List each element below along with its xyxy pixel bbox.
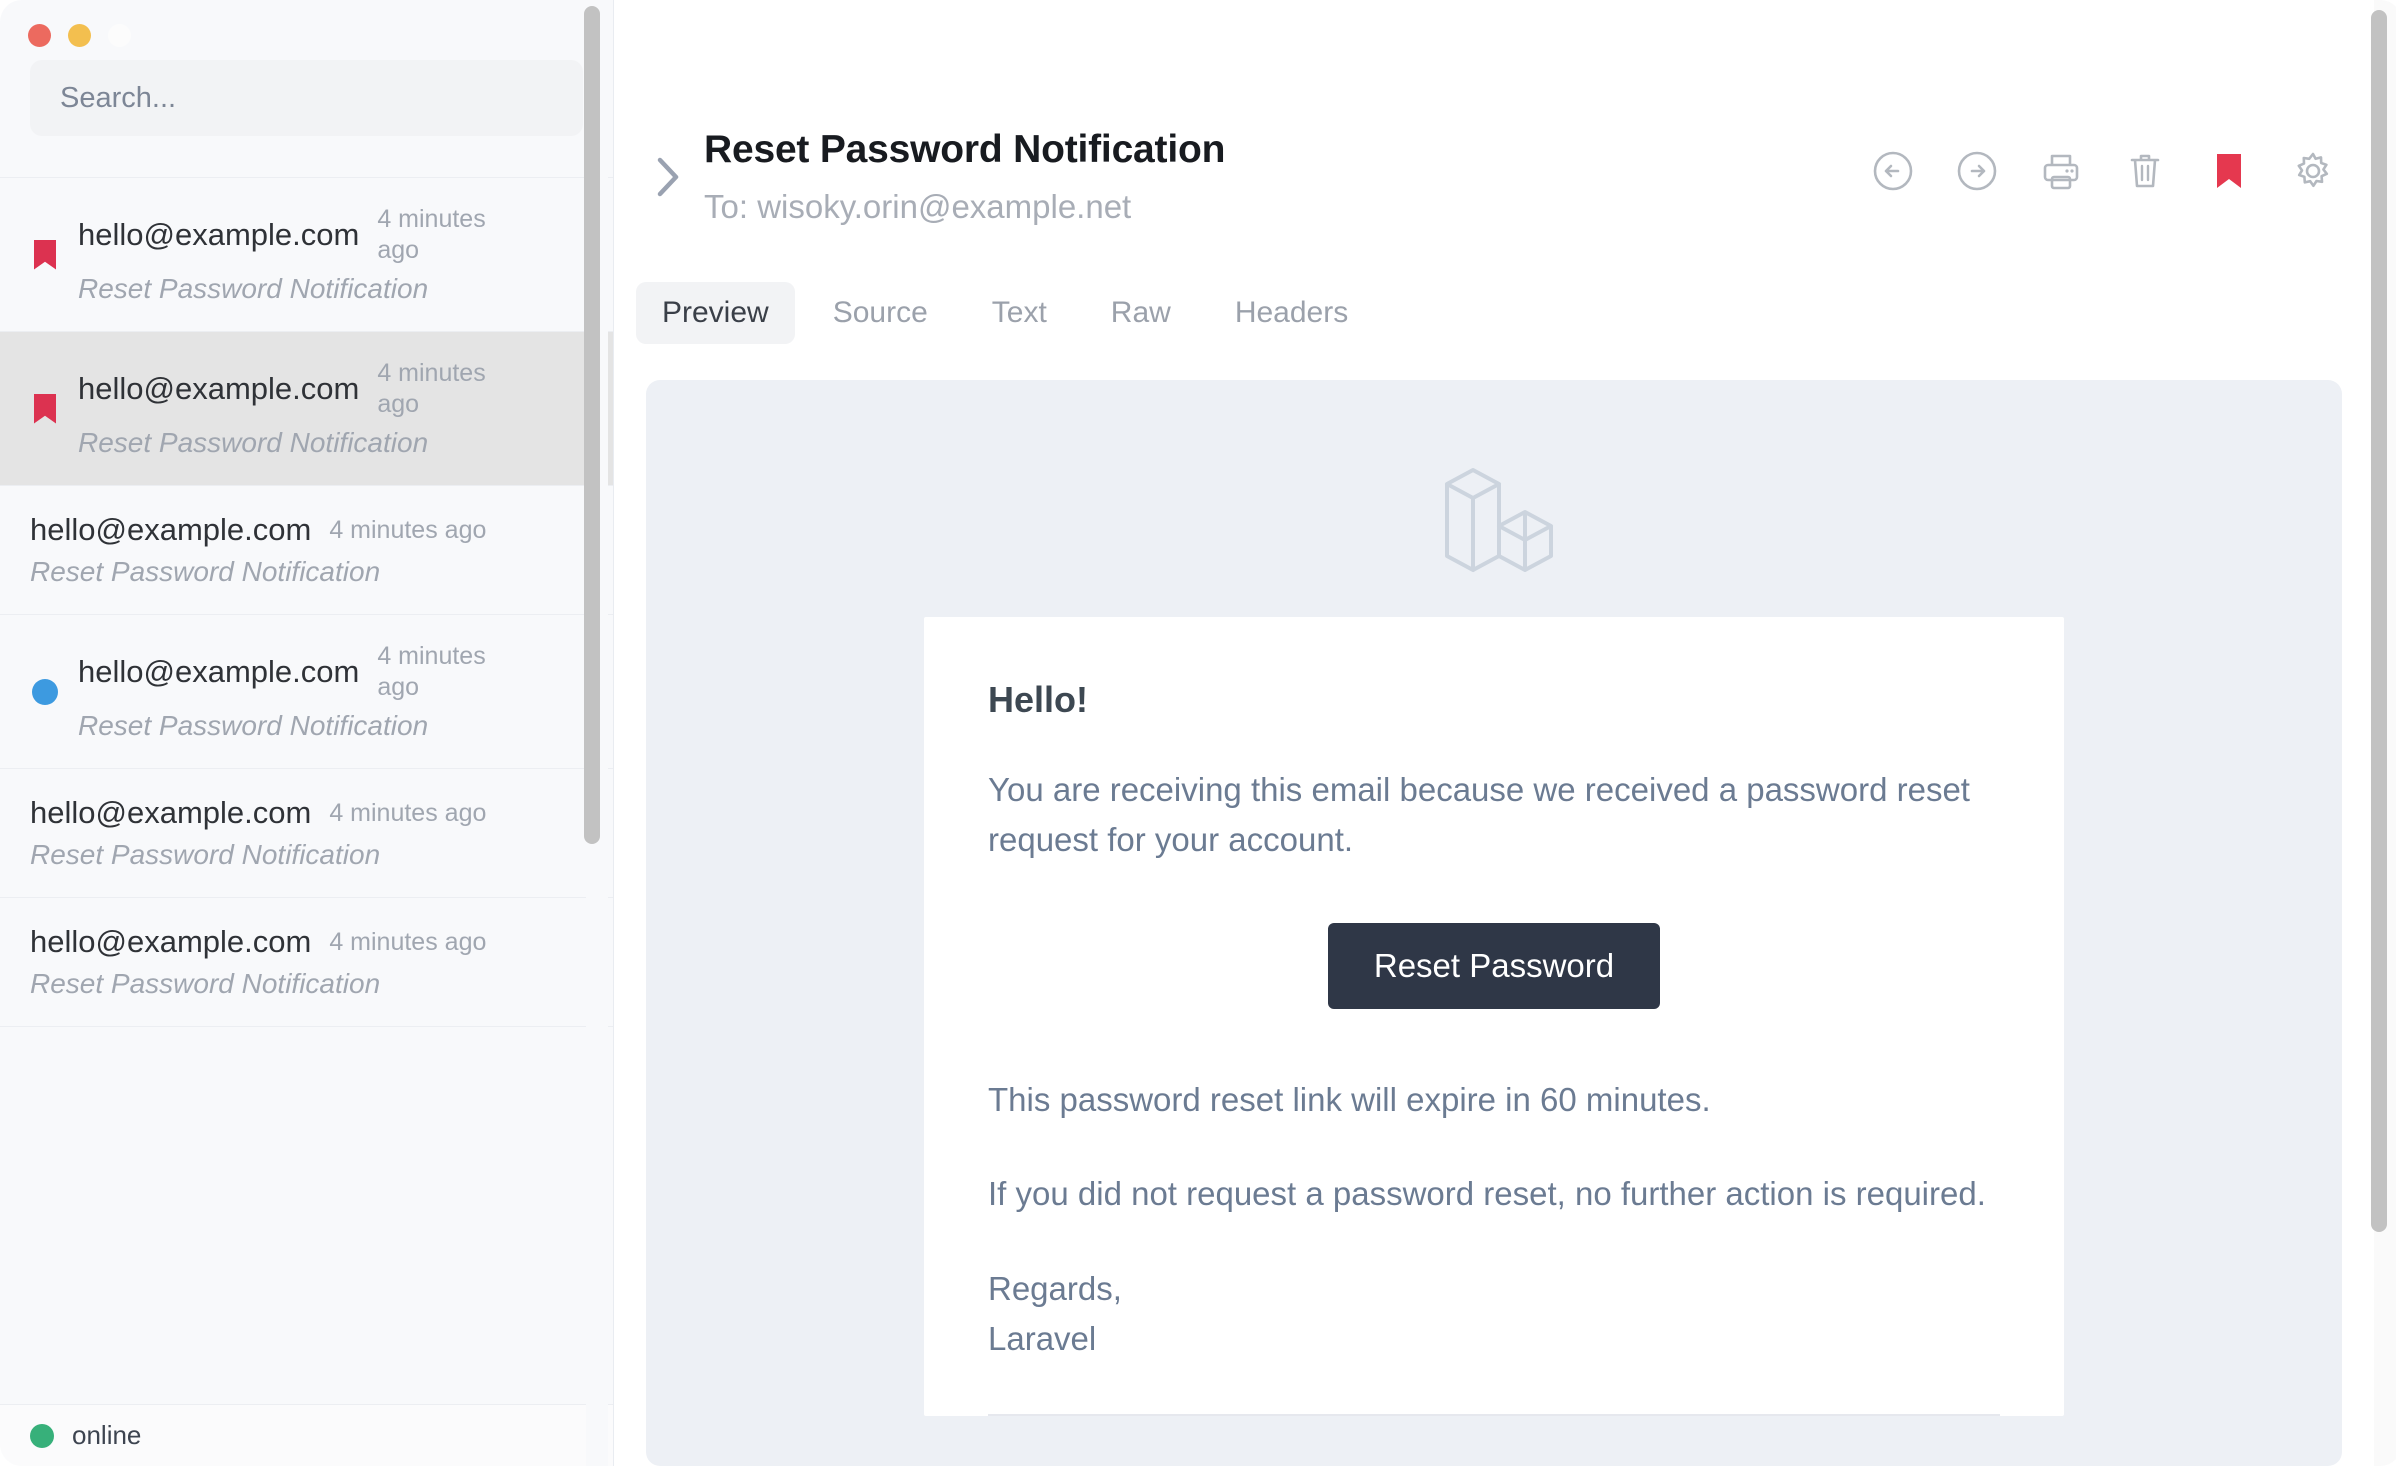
list-item-header: hello@example.com 4 minutes ago [78, 204, 583, 265]
message-unread-badge [30, 674, 60, 710]
list-item-header: hello@example.com 4 minutes ago [78, 641, 583, 702]
minimize-window-button[interactable] [68, 23, 91, 47]
list-item[interactable]: hello@example.com 4 minutes ago Reset Pass… [0, 332, 613, 486]
mail-sidebar: hello@example.com 4 minutes ago Reset Pass… [0, 0, 614, 1466]
email-body-card: Hello! You are receiving this email beca… [924, 617, 2064, 1416]
list-item-header: hello@example.com 4 minutes ago [30, 924, 583, 960]
list-item[interactable]: hello@example.com 4 minutes ago Reset Pass… [0, 486, 613, 615]
unread-dot-icon [32, 678, 58, 705]
next-button[interactable] [1950, 144, 2004, 198]
message-list[interactable]: hello@example.com 4 minutes ago Reset Pass… [0, 177, 613, 1404]
settings-button[interactable] [2286, 144, 2340, 198]
list-item-header: hello@example.com 4 minutes ago [78, 358, 583, 419]
list-item[interactable]: hello@example.com 4 minutes ago Reset Pass… [0, 769, 613, 898]
bookmark-icon [34, 239, 56, 270]
message-toolbar [1866, 144, 2340, 198]
list-item-header: hello@example.com 4 minutes ago [30, 512, 583, 548]
main-scrollbar-track[interactable] [2371, 0, 2396, 1466]
print-button[interactable] [2034, 144, 2088, 198]
tab-headers[interactable]: Headers [1209, 282, 1374, 344]
message-subject: Reset Password Notification [78, 273, 429, 304]
message-sender: hello@example.com [78, 216, 360, 252]
message-sender: hello@example.com [78, 653, 360, 689]
previous-button[interactable] [1866, 144, 1920, 198]
bookmark-icon [34, 393, 56, 424]
main-scrollbar-thumb[interactable] [2371, 10, 2387, 1232]
sidebar-scrollbar-thumb[interactable] [584, 6, 600, 844]
message-header-text: Reset Password Notification To: wisoky.o… [704, 128, 1866, 226]
message-subject: Reset Password Notification [78, 710, 429, 741]
email-no-action-text: If you did not request a password reset,… [988, 1175, 1986, 1213]
printer-icon [2038, 148, 2084, 194]
message-subject: Reset Password Notification [30, 556, 381, 587]
app-window: hello@example.com 4 minutes ago Reset Pass… [0, 0, 2402, 1466]
email-greeting: Hello! [988, 679, 1089, 720]
email-cta-row: Reset Password [988, 923, 2000, 1010]
email-intro-text: You are receiving this email because we … [988, 771, 1970, 859]
message-timestamp: 4 minutes ago [377, 359, 486, 418]
zoom-window-button[interactable] [108, 23, 131, 47]
message-subject: Reset Password Notification [78, 427, 429, 458]
bookmark-filled-icon [2211, 149, 2247, 193]
message-timestamp: 4 minutes ago [329, 798, 487, 827]
status-label: online [72, 1420, 142, 1450]
message-timestamp: 4 minutes ago [329, 927, 487, 956]
laravel-logo-icon [1429, 448, 1559, 591]
message-subject: Reset Password Notification [30, 968, 381, 999]
window-traffic-lights [0, 0, 613, 52]
message-sender: hello@example.com [30, 795, 312, 830]
trash-icon [2123, 148, 2167, 194]
list-item[interactable]: hello@example.com 4 minutes ago Reset Pass… [0, 898, 613, 1027]
delete-button[interactable] [2118, 144, 2172, 198]
brand-logo [646, 426, 2342, 617]
message-subject: Reset Password Notification [30, 839, 381, 870]
arrow-right-circle-icon [1955, 149, 1999, 193]
arrow-left-circle-icon [1871, 149, 1915, 193]
list-item[interactable]: hello@example.com 4 minutes ago Reset Pass… [0, 178, 613, 332]
list-item[interactable]: hello@example.com 4 minutes ago Reset Pass… [0, 615, 613, 769]
message-timestamp: 4 minutes ago [377, 205, 486, 264]
page-title: Reset Password Notification [704, 128, 1226, 171]
email-expiry-text: This password reset link will expire in … [988, 1081, 1711, 1119]
email-signature: Laravel [988, 1319, 1097, 1357]
message-header: Reset Password Notification To: wisoky.o… [614, 0, 2402, 268]
close-window-button[interactable] [28, 23, 51, 47]
expand-details-button[interactable] [644, 152, 694, 202]
message-timestamp: 4 minutes ago [377, 642, 486, 701]
chevron-right-icon [656, 156, 682, 198]
list-item-header: hello@example.com 4 minutes ago [30, 795, 583, 831]
message-detail-pane: Reset Password Notification To: wisoky.o… [614, 0, 2402, 1466]
recipient-line: To: wisoky.orin@example.net [704, 188, 1132, 225]
bookmark-button[interactable] [2202, 144, 2256, 198]
gear-icon [2290, 148, 2336, 194]
status-bar: online [0, 1404, 613, 1466]
email-footer-divider [988, 1413, 2000, 1416]
view-tabs[interactable]: Preview Source Text Raw Headers [614, 268, 2402, 358]
reset-password-button[interactable]: Reset Password [1327, 923, 1661, 1010]
email-regards: Regards, [988, 1269, 1122, 1307]
message-bookmark-badge [30, 237, 60, 273]
email-preview-pane: Hello! You are receiving this email beca… [646, 380, 2342, 1466]
sidebar-scrollbar-track[interactable] [584, 0, 608, 1466]
search-input[interactable] [30, 60, 583, 136]
message-sender: hello@example.com [30, 512, 312, 547]
tab-raw[interactable]: Raw [1085, 282, 1197, 344]
message-bookmark-badge [30, 391, 60, 427]
message-sender: hello@example.com [78, 370, 360, 406]
tab-text[interactable]: Text [966, 282, 1073, 344]
tab-preview[interactable]: Preview [636, 282, 795, 344]
tab-source[interactable]: Source [807, 282, 954, 344]
message-sender: hello@example.com [30, 924, 312, 959]
search-container [0, 52, 613, 136]
online-status-icon [30, 1423, 54, 1448]
message-timestamp: 4 minutes ago [329, 515, 487, 544]
